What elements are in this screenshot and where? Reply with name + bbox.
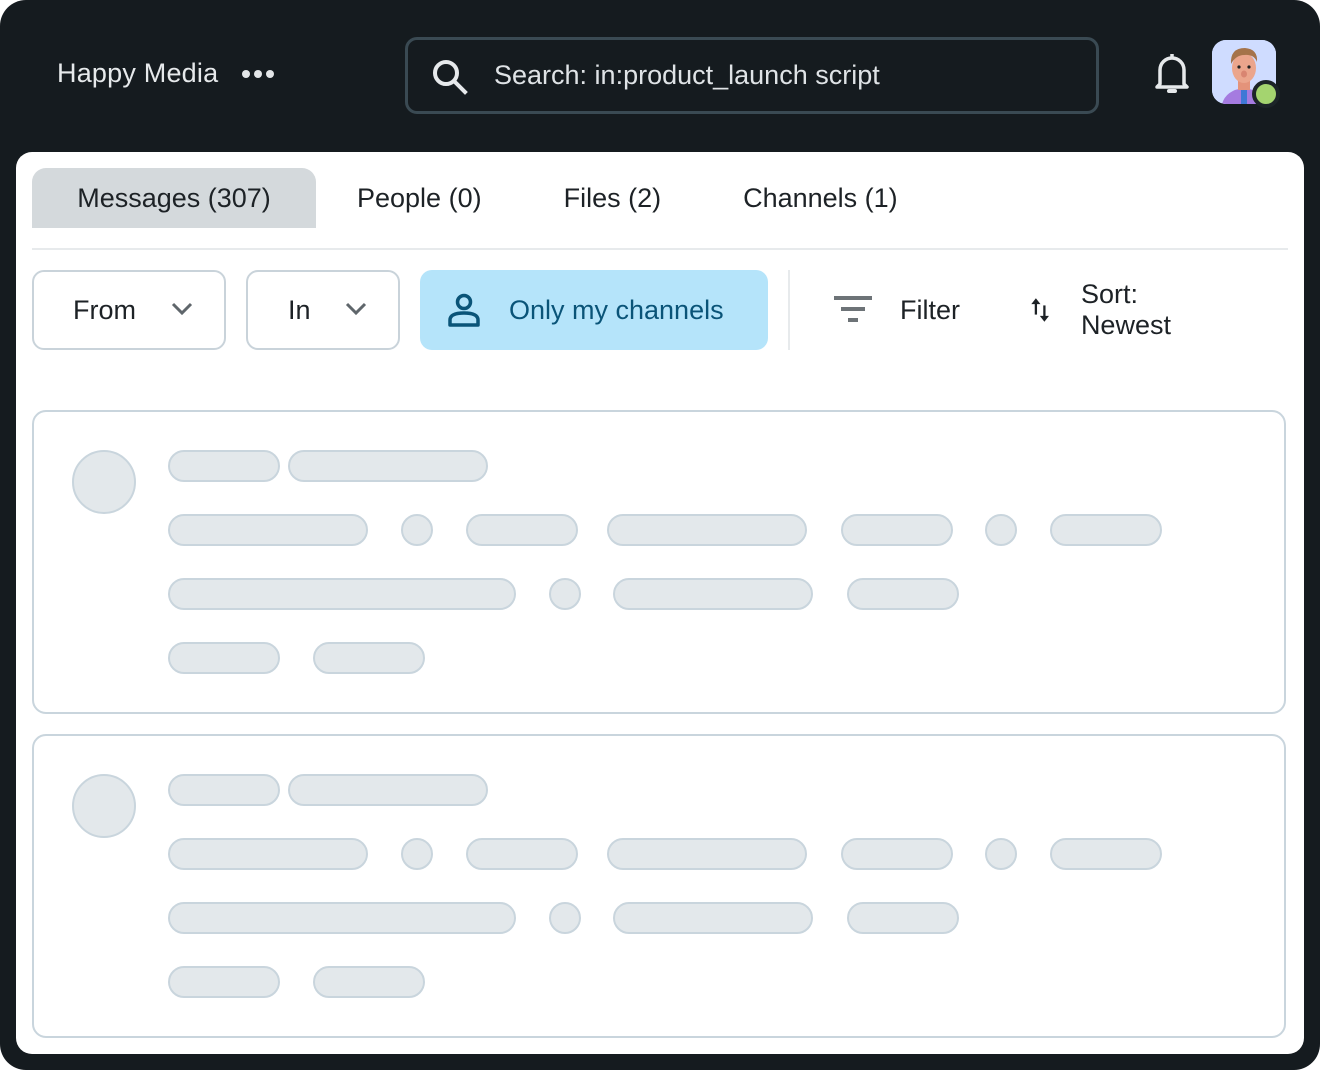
search-icon (433, 60, 468, 95)
message-skeleton-card (32, 410, 1286, 714)
tabs-divider (32, 248, 1288, 250)
skeleton-dot (401, 514, 433, 546)
search-input[interactable]: Search: in:product_launch script (405, 37, 1099, 114)
skeleton-line (168, 966, 280, 998)
search-results-panel: Messages (307) People (0) Files (2) Chan… (16, 152, 1304, 1054)
skeleton-line (847, 578, 959, 610)
skeleton-dot (985, 838, 1017, 870)
skeleton-line (168, 902, 516, 934)
skeleton-line (1050, 838, 1162, 870)
filter-icon (834, 296, 872, 322)
chevron-down-icon (171, 302, 193, 316)
skeleton-line (288, 450, 488, 482)
online-status-indicator (1252, 80, 1280, 108)
skeleton-line (466, 514, 578, 546)
skeleton-line (168, 642, 280, 674)
skeleton-line (847, 902, 959, 934)
from-label: From (73, 294, 136, 325)
skeleton-dot (549, 578, 581, 610)
filter-label: Filter (900, 294, 960, 325)
results-tabs: Messages (307) People (0) Files (2) Chan… (32, 168, 939, 228)
person-icon (448, 293, 480, 327)
only-my-channels-label: Only my channels (509, 294, 724, 325)
search-query[interactable]: Search: in:product_launch script (494, 60, 880, 91)
skeleton-line (841, 838, 953, 870)
skeleton-dot (985, 514, 1017, 546)
from-dropdown[interactable]: From (32, 270, 226, 350)
skeleton-line (466, 838, 578, 870)
more-horizontal-icon[interactable] (242, 69, 275, 78)
skeleton-line (168, 838, 368, 870)
sort-button[interactable]: Sort: Newest (1030, 270, 1182, 350)
app-window: Happy Media Search: in:product_launch sc… (0, 0, 1320, 1070)
skeleton-line (613, 902, 813, 934)
in-dropdown[interactable]: In (246, 270, 400, 350)
skeleton-line (607, 514, 807, 546)
in-label: In (288, 294, 311, 325)
tab-files[interactable]: Files (2) (523, 168, 703, 228)
chevron-down-icon (345, 302, 367, 316)
skeleton-avatar (72, 450, 136, 514)
skeleton-line (613, 578, 813, 610)
sort-label: Sort: Newest (1080, 279, 1171, 340)
filter-button[interactable]: Filter (834, 270, 960, 350)
skeleton-line (313, 966, 425, 998)
skeleton-line (168, 514, 368, 546)
skeleton-line (1050, 514, 1162, 546)
skeleton-line (313, 642, 425, 674)
skeleton-line (168, 450, 280, 482)
only-my-channels-toggle[interactable]: Only my channels (420, 270, 768, 350)
workspace-switcher[interactable]: Happy Media (57, 58, 275, 89)
skeleton-line (841, 514, 953, 546)
skeleton-avatar (72, 774, 136, 838)
filter-divider (788, 270, 790, 350)
tab-channels[interactable]: Channels (1) (702, 168, 939, 228)
skeleton-dot (549, 902, 581, 934)
workspace-name[interactable]: Happy Media (57, 58, 218, 89)
tab-people[interactable]: People (0) (316, 168, 523, 228)
skeleton-line (168, 578, 516, 610)
message-skeleton-card (32, 734, 1286, 1038)
sort-icon (1031, 298, 1049, 322)
skeleton-line (168, 774, 280, 806)
bell-icon[interactable] (1152, 50, 1192, 96)
tab-messages[interactable]: Messages (307) (32, 168, 316, 228)
skeleton-line (607, 838, 807, 870)
skeleton-dot (401, 838, 433, 870)
skeleton-line (288, 774, 488, 806)
